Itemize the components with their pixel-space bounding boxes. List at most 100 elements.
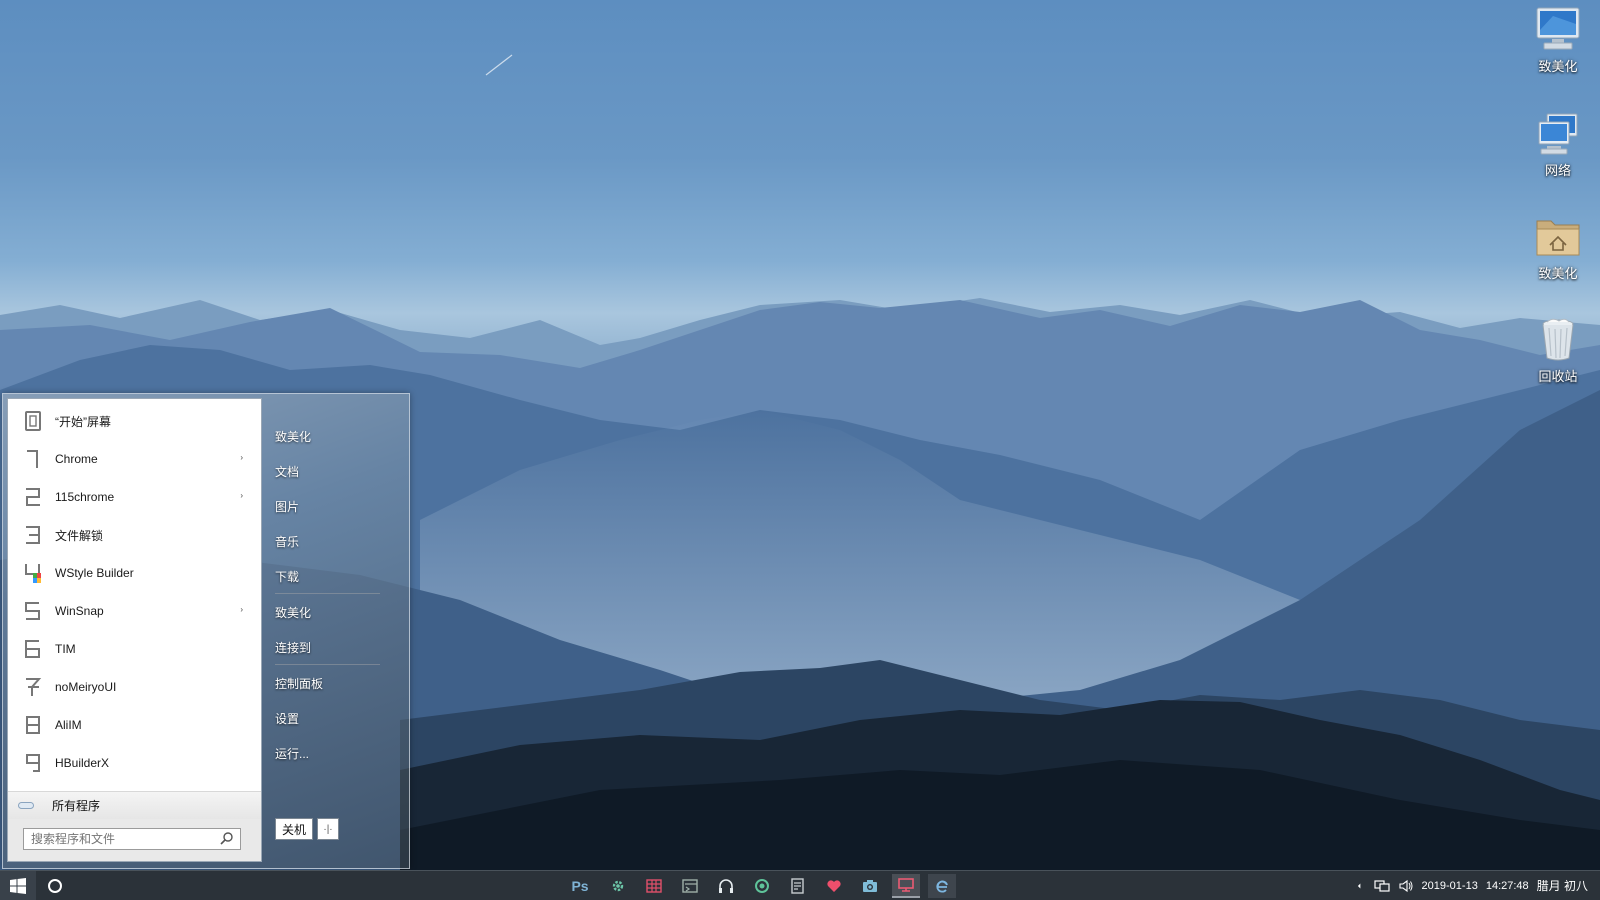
number-8-icon (23, 713, 43, 737)
submenu-arrow-icon: › (240, 491, 243, 500)
taskbar-display[interactable] (892, 874, 920, 898)
place-settings[interactable]: 设置 (275, 707, 299, 731)
cortana-button[interactable] (40, 871, 70, 900)
program-item-winsnap[interactable]: WinSnap › (8, 592, 261, 630)
taskbar-settings[interactable] (604, 874, 632, 898)
all-programs-icon (18, 802, 34, 809)
refresh-icon (755, 879, 769, 893)
notes-icon (791, 878, 804, 894)
system-tray: 2019-01-13 14:27:48 腊月 初八 (1356, 871, 1600, 900)
search-icon[interactable] (218, 830, 236, 848)
place-user-folder[interactable]: 致美化 (275, 425, 311, 449)
program-label: 文件解锁 (55, 528, 104, 543)
home-folder-icon (1536, 220, 1580, 256)
network-icon[interactable] (1373, 878, 1390, 894)
taskbar: Ps 2019-01-13 14:27:48 腊月 初八 (0, 870, 1600, 900)
taskbar-grid-app[interactable] (640, 874, 668, 898)
place-pictures[interactable]: 图片 (275, 495, 299, 519)
program-item-115chrome[interactable]: 115chrome › (8, 478, 261, 516)
heart-icon (827, 880, 841, 892)
program-item-aliim[interactable]: AliIM (8, 706, 261, 744)
desktop-icon-label: 回收站 (1538, 369, 1578, 384)
program-label: 115chrome (55, 490, 115, 504)
cortana-circle-icon (48, 878, 62, 893)
number-3-icon (23, 523, 43, 547)
terminal-icon (682, 879, 698, 893)
places-separator (275, 664, 380, 665)
desktop-icon-user-folder[interactable]: 致美化 (1520, 211, 1596, 282)
shutdown-options-button[interactable]: ·|· (317, 818, 339, 840)
program-label: noMeiryoUI (55, 680, 117, 694)
desktop-icon-network[interactable]: 网络 (1520, 108, 1596, 179)
headphones-icon (719, 879, 733, 893)
place-documents[interactable]: 文档 (275, 460, 299, 484)
start-menu-places-pane: 致美化 文档 图片 音乐 下载 致美化 连接到 控制面板 设置 运行... 关机… (265, 398, 405, 862)
program-label: WinSnap (55, 604, 104, 618)
camera-icon (863, 880, 877, 892)
recycle-bin-icon (1542, 318, 1574, 361)
gear-icon (612, 880, 624, 892)
taskbar-edge[interactable] (928, 874, 956, 898)
submenu-arrow-icon: › (240, 453, 243, 462)
edge-icon (936, 880, 948, 893)
taskbar-music[interactable] (712, 874, 740, 898)
place-downloads[interactable]: 下载 (275, 565, 299, 589)
number-5-icon (23, 599, 43, 623)
shutdown-button[interactable]: 关机 (275, 818, 313, 840)
all-programs-label: 所有程序 (52, 799, 101, 813)
place-connect-to[interactable]: 连接到 (275, 636, 311, 660)
search-input[interactable] (24, 832, 218, 846)
program-label: WStyle Builder (55, 566, 134, 580)
number-2-icon (23, 485, 43, 509)
program-label: HBuilderX (55, 756, 110, 770)
desktop-icon-computer[interactable]: 致美化 (1520, 4, 1596, 75)
desktop-icon-label: 网络 (1544, 163, 1571, 178)
number-1-icon (23, 447, 43, 471)
place-music[interactable]: 音乐 (275, 530, 299, 554)
program-item-nomeiryoui[interactable]: noMeiryoUI (8, 668, 261, 706)
taskbar-favorite[interactable] (820, 874, 848, 898)
place-control-panel[interactable]: 控制面板 (275, 672, 323, 696)
start-button[interactable] (0, 871, 36, 900)
tray-date[interactable]: 2019-01-13 (1422, 880, 1478, 892)
program-item-start-screen[interactable]: “开始”屏幕 (8, 402, 261, 440)
monitor-icon (898, 878, 914, 892)
place-computer[interactable]: 致美化 (275, 601, 311, 625)
taskbar-sync[interactable] (748, 874, 776, 898)
desktop-icon-label: 致美化 (1538, 59, 1578, 74)
start-menu-programs-pane: “开始”屏幕 Chrome › 115chrome › 文件解锁 WStyle … (7, 398, 262, 862)
program-label: AliIM (55, 718, 82, 732)
number-9-icon (23, 751, 43, 775)
chevron-left-icon[interactable] (1356, 878, 1366, 894)
program-item-wstyle-builder[interactable]: WStyle Builder (8, 554, 261, 592)
program-item-tim[interactable]: TIM (8, 630, 261, 668)
start-menu: “开始”屏幕 Chrome › 115chrome › 文件解锁 WStyle … (2, 393, 410, 869)
tray-lunar-date[interactable]: 腊月 初八 (1537, 877, 1588, 894)
program-item-hbuilderx[interactable]: HBuilderX (8, 744, 261, 782)
tray-time[interactable]: 14:27:48 (1486, 880, 1529, 892)
desktop-icon-recycle-bin[interactable]: 回收站 (1520, 314, 1596, 385)
number-4-icon (23, 561, 43, 585)
all-programs-button[interactable]: 所有程序 (8, 791, 261, 819)
taskbar-notes[interactable] (784, 874, 812, 898)
program-label: “开始”屏幕 (55, 414, 111, 429)
number-0-icon (23, 409, 43, 433)
taskbar-camera[interactable] (856, 874, 884, 898)
program-item-file-unlock[interactable]: 文件解锁 (8, 516, 261, 554)
place-run[interactable]: 运行... (275, 742, 309, 766)
computer-icon (1536, 7, 1580, 50)
program-item-chrome[interactable]: Chrome › (8, 440, 261, 478)
photoshop-icon: Ps (571, 878, 589, 894)
taskbar-terminal[interactable] (676, 874, 704, 898)
windows-logo-icon (10, 877, 26, 894)
program-label: TIM (55, 642, 76, 656)
submenu-arrow-icon: › (240, 605, 243, 614)
taskbar-photoshop[interactable]: Ps (566, 874, 594, 898)
number-7-icon (23, 675, 43, 699)
network-icon (1538, 113, 1578, 155)
grid-app-icon (646, 879, 662, 893)
search-area (8, 819, 261, 861)
search-box[interactable] (23, 828, 241, 850)
volume-icon[interactable] (1398, 878, 1414, 894)
program-label: Chrome (55, 452, 98, 466)
